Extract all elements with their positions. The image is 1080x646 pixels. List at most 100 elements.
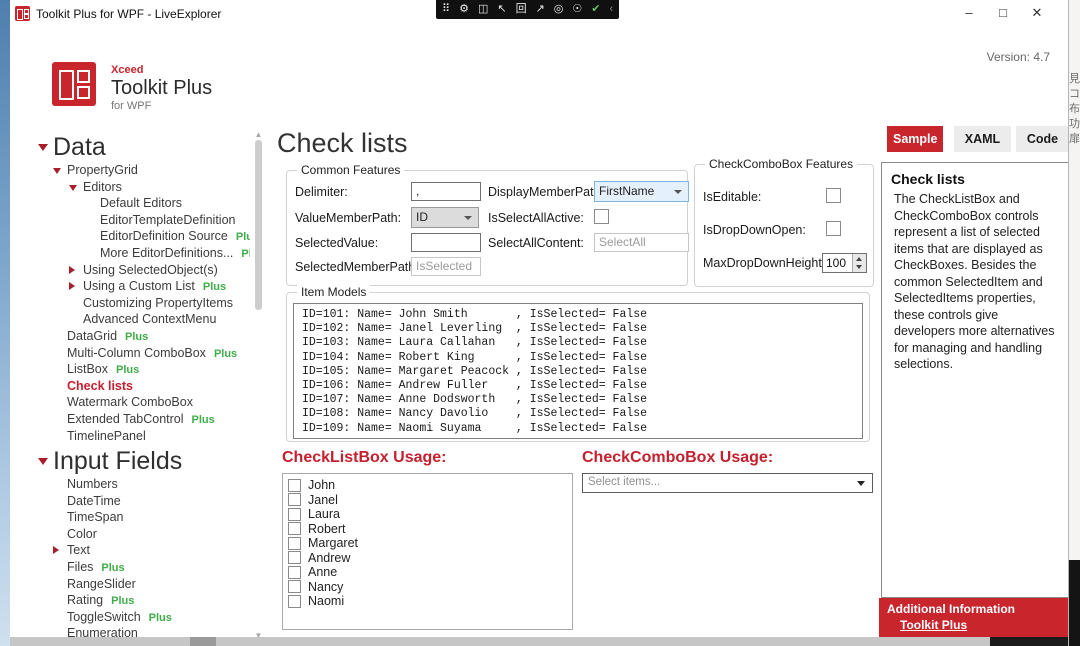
increment-icon[interactable] — [856, 257, 862, 261]
item-model-row[interactable]: ID=109: Name= Naomi Suyama , IsSelected=… — [294, 422, 862, 436]
tree-item-extended-tabcontrol[interactable]: Extended TabControlPlus — [35, 411, 250, 428]
is-select-all-active-checkbox[interactable] — [594, 209, 609, 224]
item-model-row[interactable]: ID=108: Name= Nancy Davolio , IsSelected… — [294, 407, 862, 421]
tree-item-color[interactable]: Color — [35, 526, 250, 543]
item-models-listbox[interactable]: ID=101: Name= John Smith , IsSelected= F… — [293, 303, 863, 439]
section-expander-icon[interactable] — [38, 144, 48, 151]
scrollbar-thumb[interactable] — [255, 140, 262, 310]
item-checkbox[interactable] — [288, 537, 301, 550]
tree-item-datagrid[interactable]: DataGridPlus — [35, 328, 250, 345]
pointer-window-icon[interactable]: ↗ — [536, 0, 545, 19]
delimiter-input[interactable] — [411, 182, 481, 201]
tree-item-default-editors[interactable]: Default Editors — [35, 195, 250, 212]
scroll-up-icon[interactable]: ▲ — [254, 130, 263, 139]
item-model-row[interactable]: ID=106: Name= Andrew Fuller , IsSelected… — [294, 379, 862, 393]
tree-item-editordefinition-source[interactable]: EditorDefinition SourcePlus — [35, 228, 250, 245]
toolkit-plus-link[interactable]: Toolkit Plus — [900, 618, 967, 632]
tree-item-editortemplatedefinition[interactable]: EditorTemplateDefinition — [35, 212, 250, 229]
checklist-item-margaret[interactable]: Margaret — [288, 536, 572, 551]
success-check-icon[interactable]: ✔ — [591, 0, 600, 19]
max-drop-down-height-stepper[interactable]: 100 — [822, 253, 867, 273]
tab-xaml[interactable]: XAML — [954, 126, 1011, 152]
checklist-item-john[interactable]: John — [288, 478, 572, 493]
tree-item-timespan[interactable]: TimeSpan — [35, 509, 250, 526]
sidebar-section-data[interactable]: Data — [35, 132, 250, 162]
camera-icon[interactable]: ◫ — [478, 0, 488, 19]
checklist-item-robert[interactable]: Robert — [288, 522, 572, 537]
maximize-button[interactable]: □ — [986, 0, 1020, 26]
item-checkbox[interactable] — [288, 493, 301, 506]
region-capture-icon[interactable]: 回 — [516, 0, 527, 19]
item-checkbox[interactable] — [288, 551, 301, 564]
sidebar-section-input-fields[interactable]: Input Fields — [35, 446, 250, 476]
minimize-button[interactable]: – — [952, 0, 986, 26]
checklist-item-naomi[interactable]: Naomi — [288, 594, 572, 609]
item-checkbox[interactable] — [288, 508, 301, 521]
tree-item-multi-column-combobox[interactable]: Multi-Column ComboBoxPlus — [35, 345, 250, 362]
decrement-icon[interactable] — [856, 265, 862, 269]
tree-item-using-selectedobject-s[interactable]: Using SelectedObject(s) — [35, 262, 250, 279]
tree-item-advanced-contextmenu[interactable]: Advanced ContextMenu — [35, 311, 250, 328]
tree-item-check-lists[interactable]: Check lists — [35, 378, 250, 395]
item-checkbox[interactable] — [288, 566, 301, 579]
checklist-item-anne[interactable]: Anne — [288, 565, 572, 580]
item-model-row[interactable]: ID=105: Name= Margaret Peacock , IsSelec… — [294, 365, 862, 379]
section-expander-icon[interactable] — [38, 458, 48, 465]
checklist-item-andrew[interactable]: Andrew — [288, 551, 572, 566]
close-button[interactable]: ✕ — [1020, 0, 1054, 26]
checklist-item-janel[interactable]: Janel — [288, 493, 572, 508]
tree-item-numbers[interactable]: Numbers — [35, 476, 250, 493]
tree-item-using-a-custom-list[interactable]: Using a Custom ListPlus — [35, 278, 250, 295]
item-checkbox[interactable] — [288, 595, 301, 608]
checklist-item-nancy[interactable]: Nancy — [288, 580, 572, 595]
accessibility-icon[interactable]: ☉ — [572, 0, 582, 19]
display-member-path-combo[interactable]: FirstName — [594, 181, 689, 202]
selected-member-path-input[interactable] — [411, 257, 481, 276]
sidebar-scrollbar[interactable]: ▲ ▼ — [254, 130, 263, 640]
item-model-row[interactable]: ID=102: Name= Janel Leverling , IsSelect… — [294, 322, 862, 336]
item-model-row[interactable]: ID=101: Name= John Smith , IsSelected= F… — [294, 308, 862, 322]
export-settings-icon[interactable]: ⚙ — [459, 0, 469, 19]
tree-item-toggleswitch[interactable]: ToggleSwitchPlus — [35, 609, 250, 626]
is-drop-down-open-checkbox[interactable] — [826, 221, 841, 236]
overlay-toolbar[interactable]: ⠿ ⚙ ◫ ↖ 回 ↗ ◎ ☉ ✔ ‹ — [436, 0, 619, 19]
expander-down-icon[interactable] — [69, 185, 77, 191]
value-member-path-combo[interactable]: ID — [411, 207, 479, 228]
checklistbox[interactable]: JohnJanelLauraRobertMargaretAndrewAnneNa… — [282, 473, 573, 630]
item-model-row[interactable]: ID=107: Name= Anne Dodsworth , IsSelecte… — [294, 393, 862, 407]
collapse-chevron-icon[interactable]: ‹ — [609, 0, 613, 19]
expander-right-icon[interactable] — [69, 266, 75, 274]
tree-item-more-editordefinitions[interactable]: More EditorDefinitions...Plus — [35, 245, 250, 262]
tree-item-label: Using SelectedObject(s) — [83, 263, 218, 277]
tree-item-timelinepanel[interactable]: TimelinePanel — [35, 428, 250, 445]
tree-item-watermark-combobox[interactable]: Watermark ComboBox — [35, 394, 250, 411]
tree-item-text[interactable]: Text — [35, 542, 250, 559]
tree-item-listbox[interactable]: ListBoxPlus — [35, 361, 250, 378]
drag-handle-icon[interactable]: ⠿ — [442, 0, 450, 19]
item-checkbox[interactable] — [288, 479, 301, 492]
tab-code[interactable]: Code — [1016, 126, 1069, 152]
item-checkbox[interactable] — [288, 522, 301, 535]
item-model-row[interactable]: ID=104: Name= Robert King , IsSelected= … — [294, 351, 862, 365]
is-editable-checkbox[interactable] — [826, 188, 841, 203]
tree-item-rating[interactable]: RatingPlus — [35, 592, 250, 609]
tree-item-editors[interactable]: Editors — [35, 179, 250, 196]
tree-item-propertygrid[interactable]: PropertyGrid — [35, 162, 250, 179]
tree-item-customizing-propertyitems[interactable]: Customizing PropertyItems — [35, 295, 250, 312]
item-model-row[interactable]: ID=103: Name= Laura Callahan , IsSelecte… — [294, 336, 862, 350]
tab-sample[interactable]: Sample — [887, 126, 943, 152]
expander-down-icon[interactable] — [53, 168, 61, 174]
cursor-select-icon[interactable]: ↖ — [497, 0, 506, 19]
expander-right-icon[interactable] — [53, 546, 59, 554]
tree-item-rangeslider[interactable]: RangeSlider — [35, 576, 250, 593]
tree-item-datetime[interactable]: DateTime — [35, 493, 250, 510]
item-checkbox[interactable] — [288, 580, 301, 593]
stepper-arrows[interactable] — [852, 254, 866, 272]
expander-right-icon[interactable] — [69, 282, 75, 290]
checklist-item-laura[interactable]: Laura — [288, 507, 572, 522]
selected-value-input[interactable] — [411, 233, 481, 252]
film-icon[interactable]: ◎ — [554, 0, 564, 19]
select-all-content-input[interactable] — [594, 233, 689, 252]
tree-item-files[interactable]: FilesPlus — [35, 559, 250, 576]
checkcombobox[interactable]: Select items... — [582, 473, 873, 493]
